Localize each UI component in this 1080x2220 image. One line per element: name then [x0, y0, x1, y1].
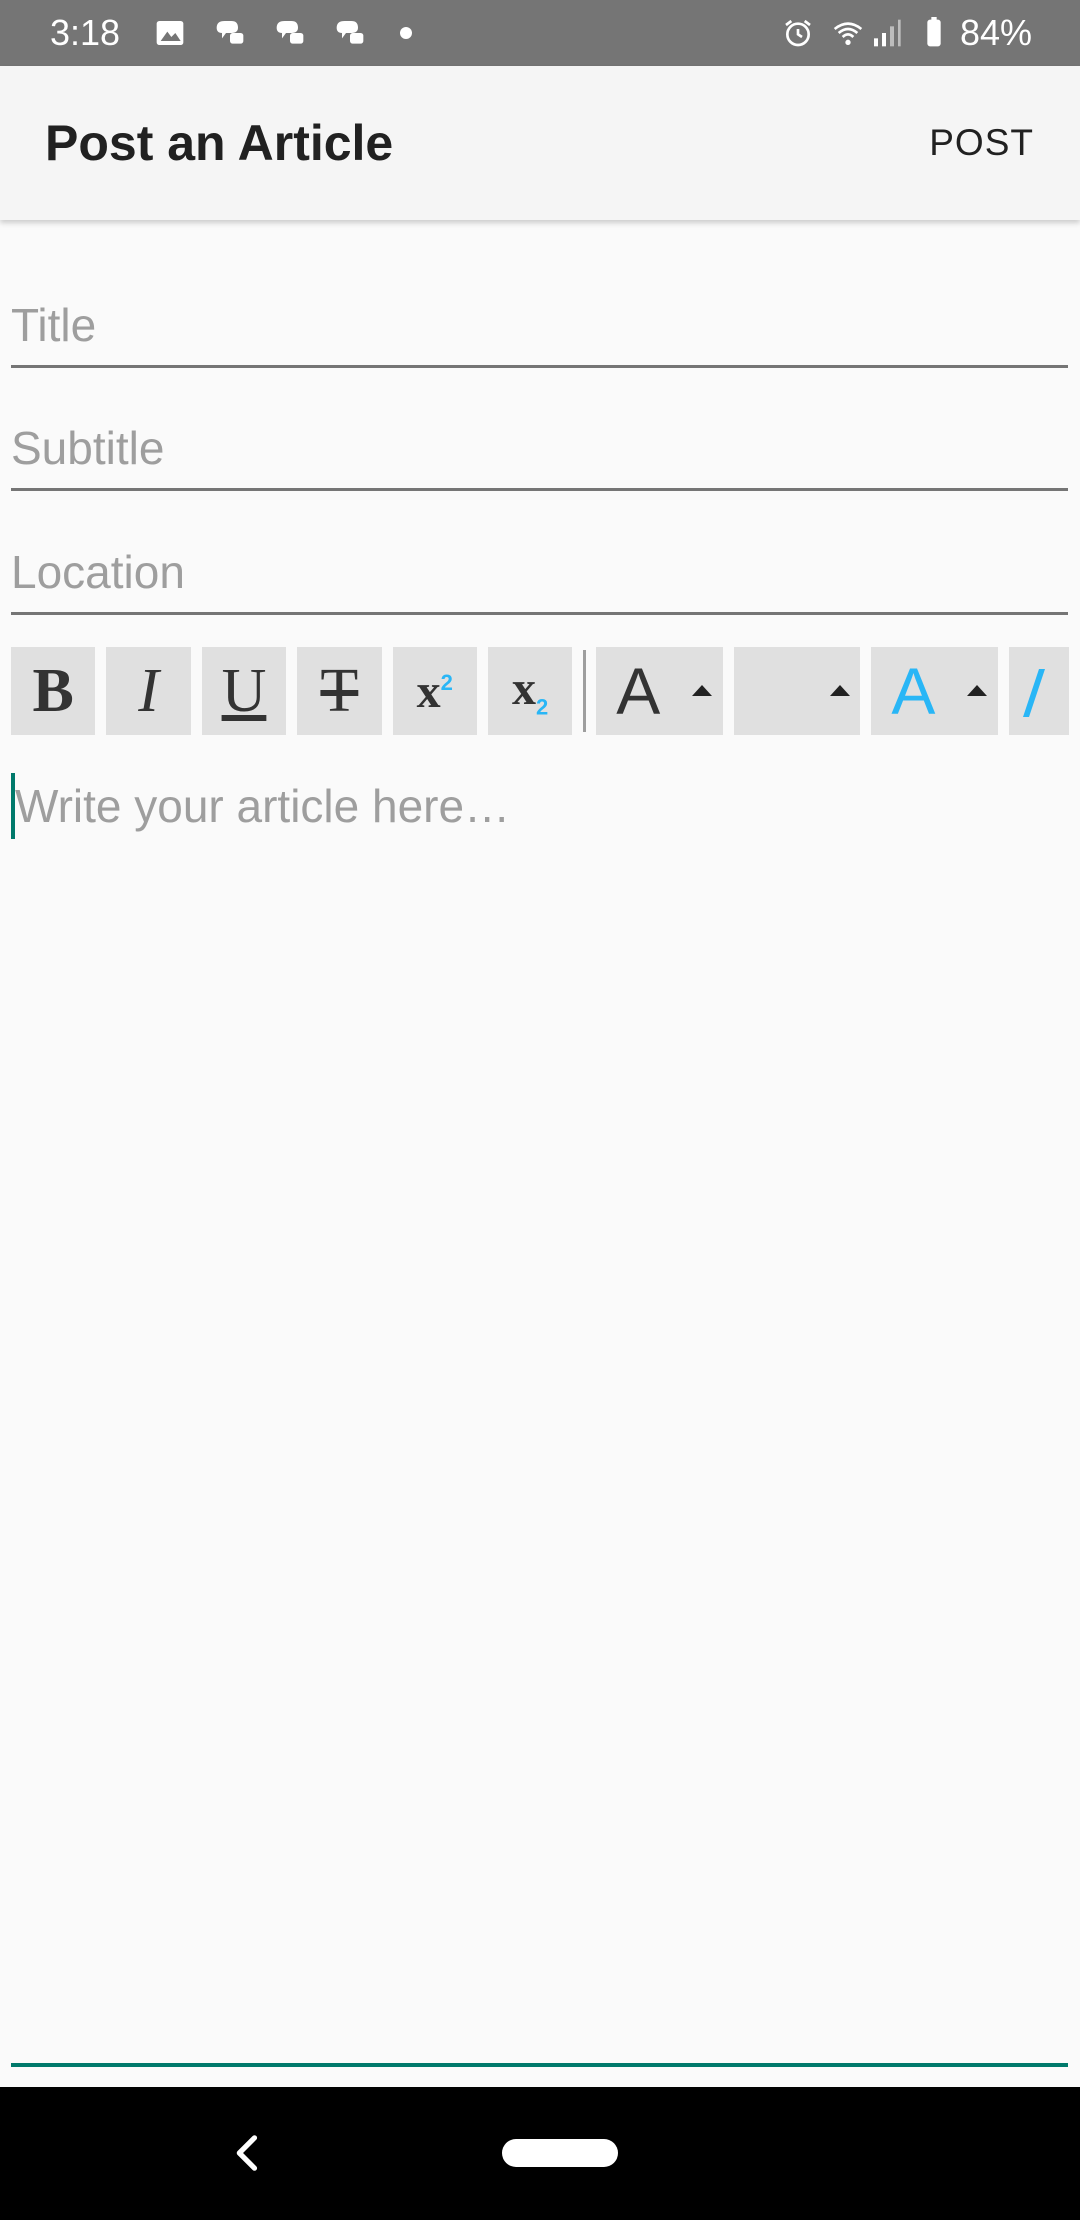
- formatting-toolbar: B I U T x2 x2 A A: [11, 647, 1080, 735]
- underline-button[interactable]: U: [201, 647, 287, 735]
- battery-icon: [927, 17, 941, 47]
- text-highlight-dropdown[interactable]: A: [871, 647, 998, 735]
- article-editor[interactable]: Write your article here…: [11, 770, 1068, 2067]
- superscript-button[interactable]: x2: [392, 647, 477, 735]
- home-pill-icon[interactable]: [502, 2139, 618, 2167]
- system-nav-bar: [0, 2087, 1080, 2220]
- status-right-group: 84%: [782, 0, 1032, 66]
- status-left-group: 3:18: [50, 0, 413, 66]
- superscript-icon: x2: [417, 664, 453, 719]
- location-input[interactable]: [11, 532, 1068, 612]
- font-size-dropdown[interactable]: [733, 647, 861, 735]
- bold-button[interactable]: B: [11, 647, 96, 735]
- status-time: 3:18: [50, 12, 121, 53]
- font-color-icon: A: [616, 654, 661, 728]
- superscript-mark: 2: [440, 669, 453, 695]
- more-notifications-dot-icon: [400, 27, 413, 39]
- subscript-base: x: [512, 662, 537, 716]
- alarm-icon: [785, 19, 811, 47]
- location-field[interactable]: [11, 532, 1068, 615]
- superscript-base: x: [416, 664, 441, 718]
- italic-button[interactable]: I: [106, 647, 191, 735]
- status-bar: 3:18 84%: [0, 0, 1080, 66]
- caret-up-icon: [829, 685, 850, 696]
- chat-app-icon: [276, 21, 304, 44]
- italic-icon: I: [138, 656, 159, 725]
- signal-icon: [873, 19, 901, 47]
- page-title: Post an Article: [45, 115, 394, 171]
- toolbar-divider: [583, 650, 587, 732]
- subtitle-field[interactable]: [11, 408, 1068, 491]
- background-color-dropdown[interactable]: [1009, 647, 1069, 735]
- subtitle-input[interactable]: [11, 408, 1068, 488]
- back-icon[interactable]: [222, 2127, 274, 2179]
- strikethrough-button[interactable]: T: [297, 647, 382, 735]
- strikethrough-icon: T: [320, 656, 359, 725]
- font-color-dropdown[interactable]: A: [596, 647, 723, 735]
- background-color-icon: [1023, 669, 1045, 717]
- caret-up-icon: [967, 685, 988, 696]
- wifi-icon: [833, 22, 863, 45]
- post-button[interactable]: POST: [917, 118, 1046, 168]
- subscript-icon: x2: [512, 661, 548, 721]
- chat-app-icon: [336, 21, 364, 44]
- editor-placeholder: Write your article here…: [15, 780, 511, 832]
- chat-app-icon: [216, 21, 244, 44]
- battery-percent: 84%: [959, 12, 1032, 53]
- image-icon: [156, 21, 184, 45]
- title-input[interactable]: [11, 285, 1068, 365]
- subscript-mark: 2: [536, 694, 549, 720]
- bold-icon: B: [32, 656, 74, 725]
- caret-up-icon: [692, 685, 713, 696]
- underline-icon: U: [221, 656, 267, 725]
- highlight-color-icon: A: [891, 654, 936, 728]
- app-bar: Post an Article POST: [0, 66, 1080, 220]
- subscript-button[interactable]: x2: [487, 647, 573, 735]
- title-field[interactable]: [11, 285, 1068, 368]
